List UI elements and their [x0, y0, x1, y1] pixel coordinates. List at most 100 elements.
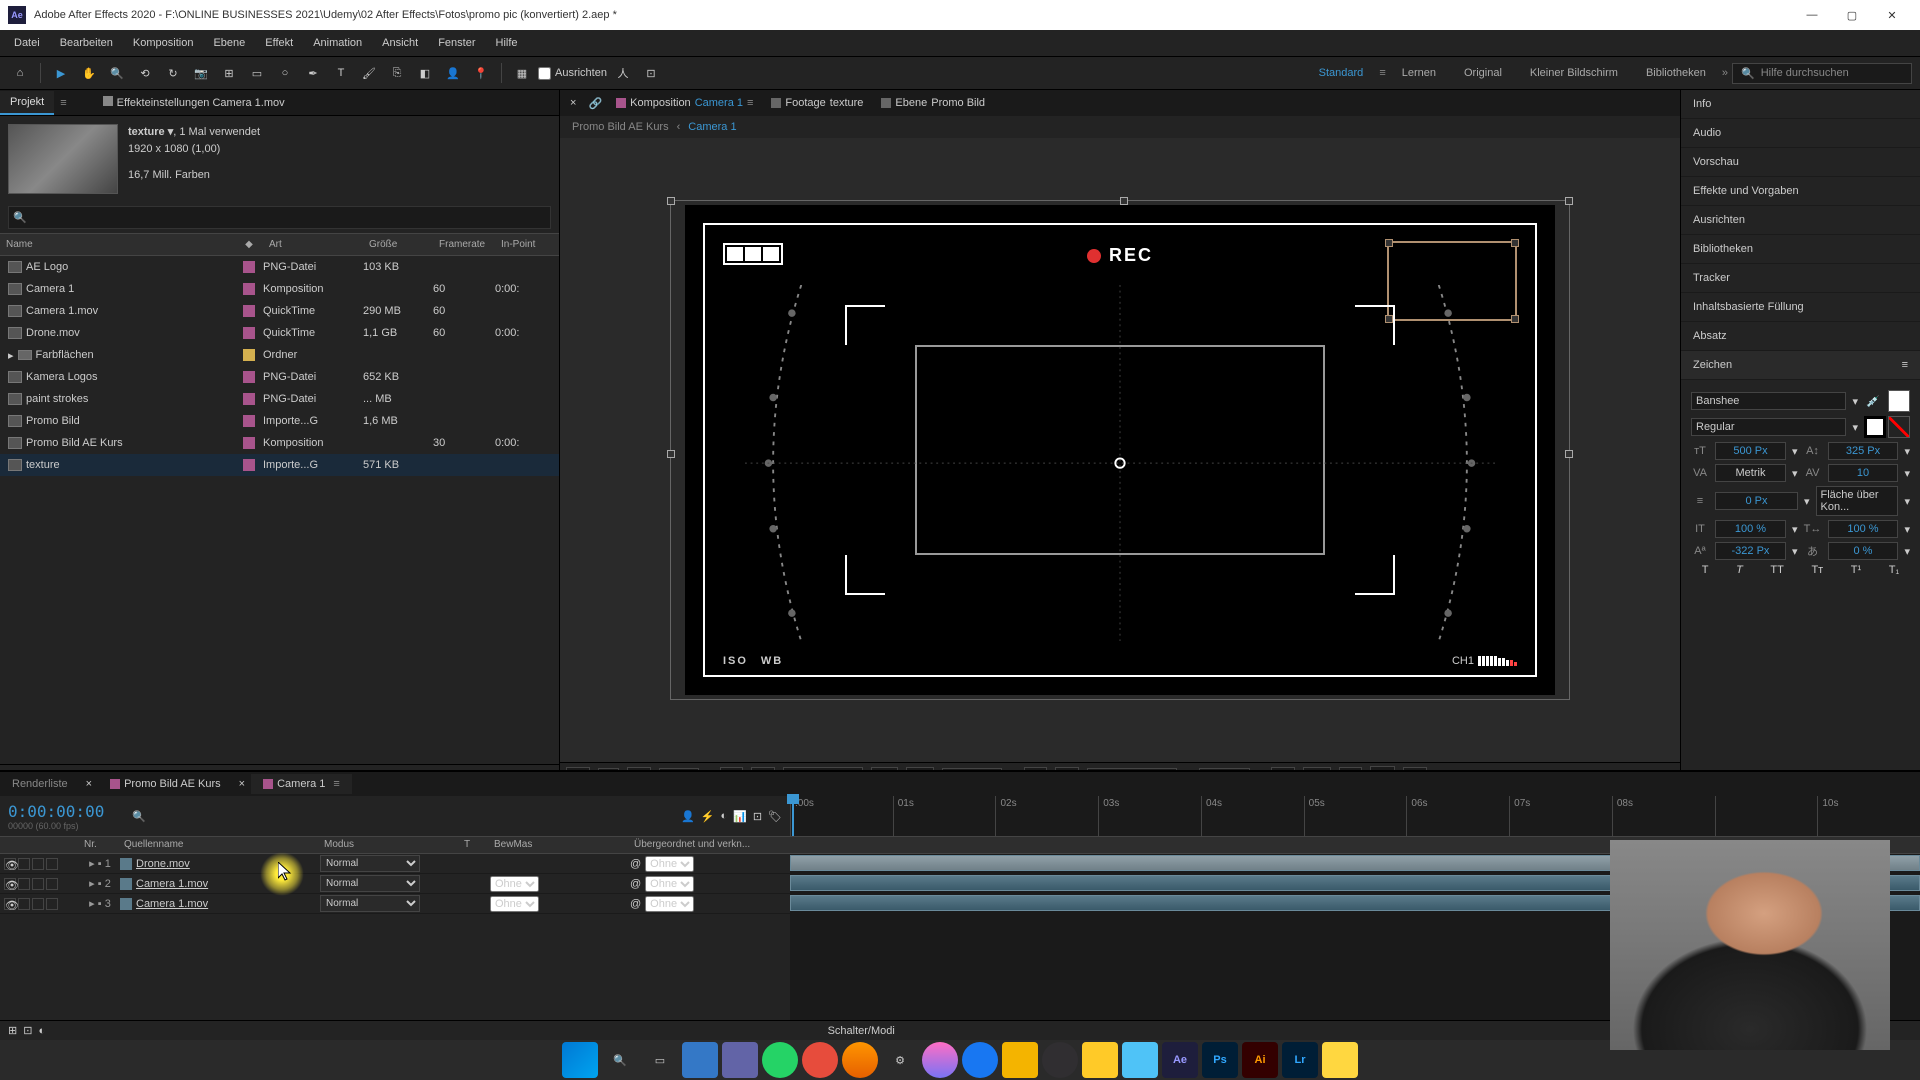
- col-fr-header[interactable]: Framerate: [433, 237, 495, 252]
- visibility-toggle[interactable]: 👁: [4, 878, 16, 890]
- panel-ausrichten[interactable]: Ausrichten: [1681, 206, 1920, 235]
- eraser-tool-icon[interactable]: ◧: [413, 61, 437, 85]
- menu-datei[interactable]: Datei: [4, 33, 50, 53]
- menu-ansicht[interactable]: Ansicht: [372, 33, 428, 53]
- playhead[interactable]: [792, 796, 794, 836]
- puppet-tool-icon[interactable]: 📍: [469, 61, 493, 85]
- col-size-header[interactable]: Größe: [363, 237, 433, 252]
- pan-behind-icon[interactable]: ⊞: [217, 61, 241, 85]
- parent-dropdown[interactable]: Ohne: [645, 876, 694, 892]
- minimize-button[interactable]: —: [1792, 0, 1832, 30]
- tl-draft-icon[interactable]: ⊡: [753, 810, 762, 823]
- fill-color-swatch[interactable]: [1888, 390, 1910, 412]
- allcaps-icon[interactable]: TT: [1770, 564, 1783, 576]
- timeline-layer-row[interactable]: 👁 ▸ ▪ 1 Drone.mov Normal @Ohne: [0, 854, 790, 874]
- layer-hdr-bwm[interactable]: BewMas: [490, 837, 630, 853]
- hand-tool-icon[interactable]: ✋: [77, 61, 101, 85]
- layer-hdr-t[interactable]: T: [460, 837, 490, 853]
- taskbar-search-icon[interactable]: 🔍: [602, 1042, 638, 1078]
- comp-tab-menu-icon[interactable]: ≡: [747, 97, 753, 109]
- visibility-toggle[interactable]: 👁: [4, 858, 16, 870]
- composition-viewer[interactable]: REC: [560, 138, 1680, 762]
- tl-shy-icon[interactable]: 👤: [681, 810, 695, 823]
- maximize-button[interactable]: ▢: [1832, 0, 1872, 30]
- brush-tool-icon[interactable]: 🖌: [357, 61, 381, 85]
- pen-tool-icon[interactable]: ✒: [301, 61, 325, 85]
- pickwhip-icon[interactable]: @: [630, 898, 641, 910]
- panel-content-fill[interactable]: Inhaltsbasierte Füllung: [1681, 293, 1920, 322]
- track-matte-dropdown[interactable]: Ohne: [490, 876, 539, 892]
- taskview-icon[interactable]: ▭: [642, 1042, 678, 1078]
- teams-icon[interactable]: [722, 1042, 758, 1078]
- project-item[interactable]: paint strokes PNG-Datei... MB: [0, 388, 559, 410]
- home-icon[interactable]: ⌂: [8, 61, 32, 85]
- workspace-menu-icon[interactable]: ≡: [1379, 67, 1385, 79]
- comp-close-icon[interactable]: ×: [564, 97, 582, 109]
- facebook-icon[interactable]: [962, 1042, 998, 1078]
- comp-tab-footage[interactable]: Footage texture: [763, 93, 871, 113]
- tl-mb-icon[interactable]: ◐: [720, 810, 727, 822]
- breadcrumb-current[interactable]: Camera 1: [688, 121, 736, 133]
- close-button[interactable]: ✕: [1872, 0, 1912, 30]
- ai-taskbar-icon[interactable]: Ai: [1242, 1042, 1278, 1078]
- app-red-icon[interactable]: [802, 1042, 838, 1078]
- panel-absatz[interactable]: Absatz: [1681, 322, 1920, 351]
- blend-mode-dropdown[interactable]: Normal: [320, 855, 420, 872]
- effect-controls-tab[interactable]: Effekteinstellungen Camera 1.mov: [93, 91, 295, 114]
- blend-mode-dropdown[interactable]: Normal: [320, 875, 420, 892]
- font-size-field[interactable]: 500 Px: [1715, 442, 1786, 460]
- notes-icon[interactable]: [1002, 1042, 1038, 1078]
- project-item[interactable]: Promo Bild AE Kurs Komposition 300:00:: [0, 432, 559, 454]
- subscript-icon[interactable]: T₁: [1889, 564, 1899, 576]
- comp-tab-komposition[interactable]: Komposition Camera 1 ≡: [608, 93, 761, 113]
- col-in-header[interactable]: In-Point: [495, 237, 555, 252]
- flowchart-icon[interactable]: 🔗: [584, 97, 606, 110]
- pickwhip-icon[interactable]: @: [630, 858, 641, 870]
- layer-hdr-nr[interactable]: Nr.: [80, 837, 120, 853]
- tl-graph-icon[interactable]: 📊: [733, 810, 747, 823]
- ellipse-tool-icon[interactable]: ○: [273, 61, 297, 85]
- workspace-overflow-icon[interactable]: »: [1722, 67, 1728, 79]
- panel-tracker[interactable]: Tracker: [1681, 264, 1920, 293]
- orbit-tool-icon[interactable]: ⟲: [133, 61, 157, 85]
- project-item[interactable]: ▸Farbflächen Ordner: [0, 344, 559, 366]
- menu-bearbeiten[interactable]: Bearbeiten: [50, 33, 123, 53]
- panel-zeichen[interactable]: Zeichen≡: [1681, 351, 1920, 380]
- vscale-field[interactable]: 100 %: [1715, 520, 1786, 538]
- track-matte-dropdown[interactable]: Ohne: [490, 896, 539, 912]
- messenger-icon[interactable]: [922, 1042, 958, 1078]
- menu-hilfe[interactable]: Hilfe: [486, 33, 528, 53]
- app-white-icon[interactable]: ⚙: [882, 1042, 918, 1078]
- project-item[interactable]: Drone.mov QuickTime1,1 GB 600:00:: [0, 322, 559, 344]
- project-tab-menu-icon[interactable]: ≡: [54, 97, 72, 109]
- switches-modes-label[interactable]: Schalter/Modi: [45, 1025, 1677, 1037]
- tl-search-icon[interactable]: 🔍: [132, 810, 146, 823]
- tl-tab-camera1[interactable]: Camera 1≡: [251, 774, 352, 794]
- project-item[interactable]: AE Logo PNG-Datei103 KB: [0, 256, 559, 278]
- menu-fenster[interactable]: Fenster: [428, 33, 485, 53]
- clone-tool-icon[interactable]: ⎘: [385, 61, 409, 85]
- toggle-switches-icon[interactable]: ⊞: [8, 1024, 17, 1037]
- timeline-timecode[interactable]: 0:00:00:00: [8, 802, 104, 821]
- parent-dropdown[interactable]: Ohne: [645, 896, 694, 912]
- start-icon[interactable]: [562, 1042, 598, 1078]
- menu-ebene[interactable]: Ebene: [203, 33, 255, 53]
- rotate-tool-icon[interactable]: ↻: [161, 61, 185, 85]
- layer-hdr-mode[interactable]: Modus: [320, 837, 460, 853]
- no-color-swatch[interactable]: [1888, 416, 1910, 438]
- chevron-down-icon[interactable]: ▾: [1852, 395, 1858, 408]
- visibility-toggle[interactable]: 👁: [4, 898, 16, 910]
- tl-adaptive-icon[interactable]: 🏷: [768, 810, 782, 823]
- tl-fx-icon[interactable]: ⚡: [701, 810, 715, 823]
- panel-audio[interactable]: Audio: [1681, 119, 1920, 148]
- italic-icon[interactable]: T: [1736, 564, 1743, 576]
- chevron-down-icon[interactable]: ▾: [1852, 421, 1858, 434]
- whatsapp-icon[interactable]: [762, 1042, 798, 1078]
- timeline-layer-row[interactable]: 👁 ▸ ▪ 2 Camera 1.mov Normal Ohne @Ohne: [0, 874, 790, 894]
- stroke-mode-dropdown[interactable]: Fläche über Kon...: [1816, 486, 1899, 516]
- lr-taskbar-icon[interactable]: Lr: [1282, 1042, 1318, 1078]
- project-tab[interactable]: Projekt: [0, 91, 54, 115]
- folder-icon[interactable]: [1082, 1042, 1118, 1078]
- tl-tab-promo[interactable]: Promo Bild AE Kurs: [98, 774, 233, 794]
- hscale-field[interactable]: 100 %: [1828, 520, 1899, 538]
